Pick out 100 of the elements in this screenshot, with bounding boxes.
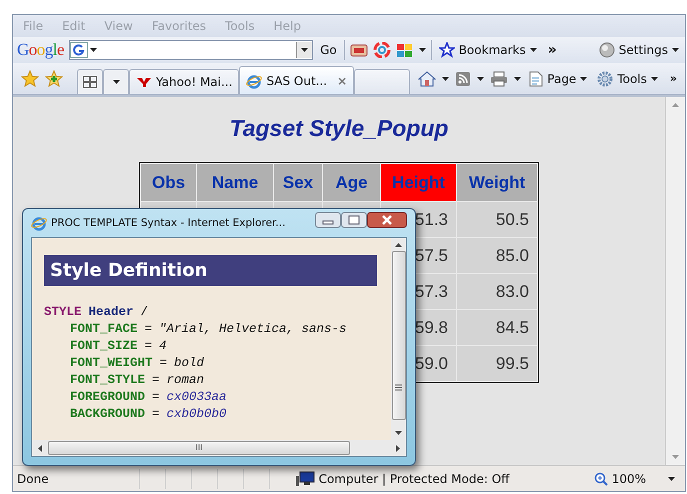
column-header: Obs [141, 164, 196, 201]
tab-label: SAS Out... [266, 74, 328, 88]
code-value: cx0033aa [166, 389, 227, 406]
tab-list-button[interactable] [103, 69, 129, 94]
more-button[interactable]: » [544, 42, 561, 58]
caret-icon[interactable] [301, 48, 308, 52]
swirl-icon[interactable] [372, 42, 391, 58]
code-text: = [144, 338, 152, 355]
caret-icon[interactable] [477, 76, 484, 80]
code-value: bold [174, 355, 204, 372]
puzzle-icon[interactable] [396, 42, 414, 58]
code-attribute: FOREGROUND [70, 389, 146, 406]
code-text: = [152, 406, 160, 423]
browser-tab[interactable]: Yahoo! Mai... [129, 69, 240, 94]
table-cell: 50.5 [457, 202, 537, 237]
tab-label: Yahoo! Mai... [156, 75, 232, 89]
table-cell: 85.0 [457, 238, 537, 273]
star-icon[interactable] [21, 70, 39, 88]
caret-icon[interactable] [514, 76, 522, 80]
caret-icon[interactable] [650, 76, 658, 80]
code-text: / [140, 304, 148, 321]
code-text: = [152, 389, 160, 406]
caret-icon[interactable] [442, 76, 450, 80]
browser-tab[interactable]: SAS Out... × [239, 66, 354, 94]
caret-icon[interactable] [90, 48, 98, 52]
left-arrow-icon[interactable] [38, 444, 42, 452]
up-arrow-icon[interactable] [395, 243, 402, 247]
minimize-button[interactable] [315, 212, 341, 228]
code-attribute: FONT_WEIGHT [70, 355, 153, 372]
more-button[interactable]: » [666, 72, 681, 85]
page-label: Page [547, 72, 576, 86]
scrollbar-thumb[interactable]: III [48, 441, 350, 455]
grip-label: III [195, 444, 203, 452]
code-text: = [144, 321, 152, 338]
status-zone: Computer | Protected Mode: Off [318, 472, 510, 486]
magnifier-icon [594, 472, 608, 486]
caret-icon[interactable] [418, 48, 426, 52]
scrollbar[interactable]: III [31, 440, 407, 457]
status-text: Done [17, 472, 49, 486]
zoom-label: 100% [612, 472, 646, 486]
e-logo-icon [246, 72, 262, 88]
code-text: = [152, 372, 160, 389]
star-icon [438, 42, 455, 58]
code-attribute: BACKGROUND [70, 406, 146, 423]
caret-icon[interactable] [672, 48, 679, 52]
table-cell: 84.5 [457, 310, 537, 345]
quick-tabs-button[interactable] [77, 69, 103, 94]
column-header: Height [381, 164, 456, 201]
code-value: roman [166, 372, 204, 389]
close-button[interactable]: × [337, 74, 348, 88]
settings-label: Settings [618, 43, 668, 57]
y-logo-icon [136, 76, 152, 88]
code-value: cxb0b0b0 [166, 406, 227, 423]
settings-button[interactable]: Settings [596, 42, 681, 58]
bookmarks-button[interactable]: Bookmarks [436, 42, 539, 58]
circle-icon [598, 42, 615, 58]
code-attribute: FONT_SIZE [70, 338, 138, 355]
stamp-icon[interactable] [350, 42, 368, 58]
page-title: Tagset Style_Popup [230, 115, 448, 142]
gear-icon [597, 70, 614, 86]
computer-icon [294, 470, 315, 486]
lines-icon [395, 384, 402, 391]
maximize-button[interactable] [341, 212, 367, 228]
caret-icon[interactable] [530, 48, 537, 52]
column-header: Name [197, 164, 273, 201]
code-name: Header [88, 304, 134, 321]
right-arrow-icon[interactable] [396, 444, 400, 452]
page-button[interactable]: Page [527, 70, 590, 86]
code-value: 4 [159, 338, 167, 355]
printer-icon[interactable] [490, 70, 508, 86]
scrollbar[interactable] [391, 238, 406, 440]
caret-icon[interactable] [668, 476, 675, 480]
feed-icon[interactable] [455, 70, 472, 86]
table-cell: 99.5 [457, 346, 537, 381]
table-cell: 83.0 [457, 274, 537, 309]
tools-label: Tools [617, 72, 647, 86]
home-icon[interactable] [418, 70, 436, 86]
down-arrow-icon[interactable] [395, 431, 402, 435]
column-header: Weight [457, 164, 537, 201]
window-title: PROC TEMPLATE Syntax - Internet Explorer... [51, 217, 286, 229]
dropdown-button[interactable] [296, 42, 312, 58]
g-icon [70, 42, 88, 58]
close-button[interactable] [367, 212, 407, 228]
scrollbar-thumb[interactable] [392, 251, 406, 420]
caret-icon[interactable] [112, 80, 120, 84]
add-favorite-icon[interactable] [45, 70, 63, 88]
column-header: Age [323, 164, 380, 201]
go-button[interactable]: Go [318, 43, 339, 57]
code-attribute: FONT_FACE [70, 321, 138, 338]
search-field[interactable] [69, 40, 314, 60]
page-icon [529, 70, 544, 86]
tools-button[interactable]: Tools [595, 70, 660, 86]
zoom-button[interactable]: 100% [592, 472, 648, 486]
column-header: Sex [274, 164, 322, 201]
grid-icon [83, 76, 97, 88]
caret-icon[interactable] [580, 76, 588, 80]
code-attribute: FONT_STYLE [70, 372, 146, 389]
code-keyword: STYLE [44, 304, 82, 321]
e-logo-icon [31, 215, 47, 231]
section-heading: Style Definition [44, 255, 377, 286]
